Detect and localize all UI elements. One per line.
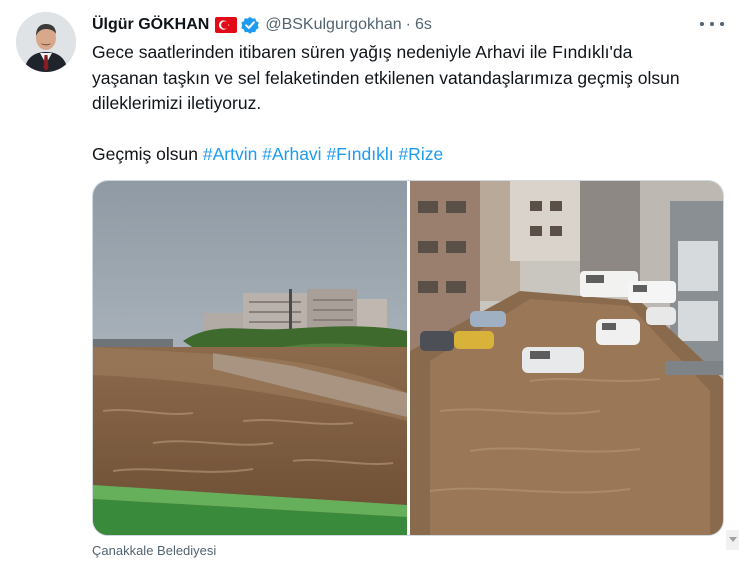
more-options-icon[interactable] <box>700 14 724 34</box>
flooded-street-photo[interactable] <box>410 181 723 535</box>
display-name[interactable]: Ülgür GÖKHAN <box>92 16 209 34</box>
separator-dot: · <box>405 16 411 33</box>
scrollbar-down-arrow[interactable] <box>726 530 739 550</box>
closing-line: Geçmiş olsun #Artvin #Arhavi #Fındıklı #… <box>92 142 722 168</box>
flood-river-photo[interactable] <box>93 181 407 535</box>
avatar[interactable] <box>16 12 76 72</box>
timestamp[interactable]: 6s <box>415 16 432 34</box>
hashtag-artvin[interactable]: #Artvin <box>203 144 257 164</box>
user-handle[interactable]: @BSKulgurgokhan <box>265 16 401 34</box>
tweet-card[interactable]: Ülgür GÖKHAN @BSKulgurgokhan · 6s Gece s… <box>0 0 739 561</box>
tweet-text-line: dileklerimizi iletiyoruz. <box>92 93 262 113</box>
media-grid <box>92 180 724 536</box>
source-label: Çanakkale Belediyesi <box>92 543 217 558</box>
hashtag-findikli[interactable]: #Fındıklı <box>326 144 393 164</box>
turkey-flag-icon <box>215 17 238 33</box>
tweet-text: Gece saatlerinden itibaren süren yağış n… <box>92 40 722 168</box>
hashtag-rize[interactable]: #Rize <box>398 144 443 164</box>
closing-text: Geçmiş olsun <box>92 144 199 164</box>
verified-badge-icon <box>240 15 260 35</box>
tweet-text-line: Gece saatlerinden itibaren süren yağış n… <box>92 42 633 62</box>
tweet-text-line: yaşanan taşkın ve sel felaketinden etkil… <box>92 67 680 88</box>
tweet-header: Ülgür GÖKHAN @BSKulgurgokhan · 6s <box>92 14 432 36</box>
hashtag-arhavi[interactable]: #Arhavi <box>262 144 321 164</box>
